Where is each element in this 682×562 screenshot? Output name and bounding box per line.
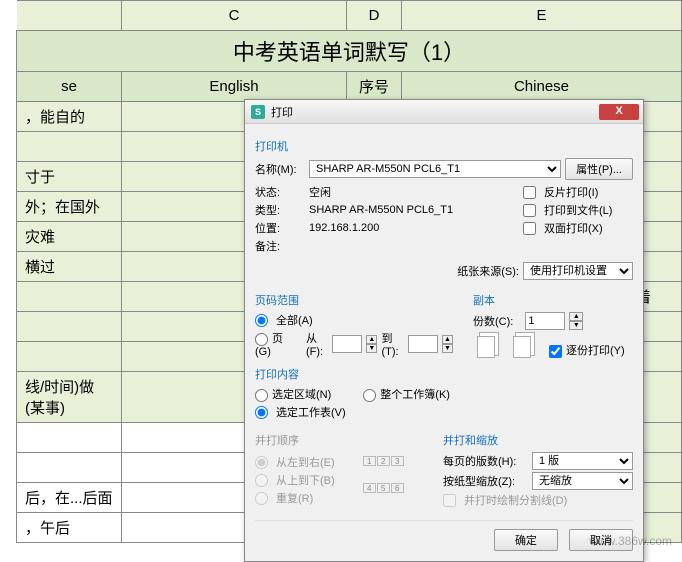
cell[interactable] xyxy=(17,423,122,453)
cell[interactable] xyxy=(17,132,122,162)
cell[interactable] xyxy=(17,453,122,483)
duplex-check[interactable]: 双面打印(X) xyxy=(523,220,633,236)
to-input[interactable] xyxy=(408,335,438,353)
cell[interactable]: 外；在国外 xyxy=(17,192,122,222)
sheets-radio[interactable]: 选定工作表(V) xyxy=(255,404,633,420)
perpage-select[interactable]: 1 版 xyxy=(532,452,633,470)
cell[interactable]: 灾难 xyxy=(17,222,122,252)
collate-check[interactable]: 逐份打印(Y) xyxy=(549,342,625,358)
cell[interactable] xyxy=(17,312,122,342)
hdr-english: English xyxy=(122,72,347,102)
source-label: 纸张来源(S): xyxy=(457,263,519,279)
scale-select[interactable]: 无缩放 xyxy=(532,472,633,490)
type-label: 类型: xyxy=(255,202,305,218)
scale-group: 并打和缩放 xyxy=(443,432,633,448)
col-c[interactable]: C xyxy=(122,1,347,31)
comment-label: 备注: xyxy=(255,238,305,254)
type-value: SHARP AR-M550N PCL6_T1 xyxy=(309,204,453,216)
hdr-chinese: Chinese xyxy=(402,72,682,102)
pages-radio[interactable]: 页(G) xyxy=(255,330,290,358)
order-group: 并打顺序 xyxy=(255,432,423,448)
status-value: 空闲 xyxy=(309,184,331,200)
spin[interactable]: ▲▼ xyxy=(569,312,583,330)
copies-input[interactable] xyxy=(525,312,565,330)
cell[interactable] xyxy=(17,282,122,312)
printer-group: 打印机 xyxy=(255,138,633,154)
ok-button[interactable]: 确定 xyxy=(494,529,558,551)
cell[interactable]: 横过 xyxy=(17,252,122,282)
ltr-radio: 从左到右(E) xyxy=(255,454,335,470)
source-select[interactable]: 使用打印机设置 xyxy=(523,262,633,280)
copies-label: 份数(C): xyxy=(473,313,513,329)
content-group: 打印内容 xyxy=(255,366,633,382)
printer-select[interactable]: SHARP AR-M550N PCL6_T1 xyxy=(309,160,561,178)
cell[interactable]: 寸于 xyxy=(17,162,122,192)
app-icon: S xyxy=(251,105,265,119)
from-input[interactable] xyxy=(332,335,362,353)
col-e[interactable]: E xyxy=(402,1,682,31)
cell[interactable]: ，午后 xyxy=(17,513,122,543)
cell[interactable]: 后，在...后面 xyxy=(17,483,122,513)
drawline-check: 并打时绘制分割线(D) xyxy=(443,492,633,508)
ttb-radio: 从上到下(B) xyxy=(255,472,335,488)
close-button[interactable]: X xyxy=(599,104,639,120)
tofile-check[interactable]: 打印到文件(L) xyxy=(523,202,633,218)
cell[interactable]: ，能自的 xyxy=(17,102,122,132)
repeat-radio: 重复(R) xyxy=(255,490,335,506)
collate-icon xyxy=(477,336,495,358)
cell[interactable]: 线/时间)做(某事) xyxy=(17,372,122,423)
status-label: 状态: xyxy=(255,184,305,200)
where-label: 位置: xyxy=(255,220,305,236)
properties-button[interactable]: 属性(P)... xyxy=(565,158,633,180)
watermark-text: www.386w.com xyxy=(589,534,672,548)
cell[interactable] xyxy=(17,342,122,372)
dialog-title: 打印 xyxy=(271,104,599,120)
region-radio[interactable]: 选定区域(N) xyxy=(255,386,331,402)
reverse-check[interactable]: 反片打印(I) xyxy=(523,184,633,200)
name-label: 名称(M): xyxy=(255,161,305,177)
print-dialog: S 打印 X 打印机 名称(M): SHARP AR-M550N PCL6_T1… xyxy=(244,99,644,562)
all-radio[interactable]: 全部(A) xyxy=(255,312,453,328)
where-value: 192.168.1.200 xyxy=(309,222,379,234)
spin[interactable]: ▲▼ xyxy=(366,335,377,353)
sheet-title: 中考英语单词默写（1） xyxy=(17,31,682,72)
spin[interactable]: ▲▼ xyxy=(442,335,453,353)
order-preview-icon: 123456 xyxy=(363,456,404,508)
collate-icon xyxy=(513,336,531,358)
hdr-seq: 序号 xyxy=(347,72,402,102)
range-group: 页码范围 xyxy=(255,292,453,308)
hdr-left: se xyxy=(17,72,122,102)
workbook-radio[interactable]: 整个工作簿(K) xyxy=(363,386,450,402)
copies-group: 副本 xyxy=(473,292,633,308)
col-d[interactable]: D xyxy=(347,1,402,31)
